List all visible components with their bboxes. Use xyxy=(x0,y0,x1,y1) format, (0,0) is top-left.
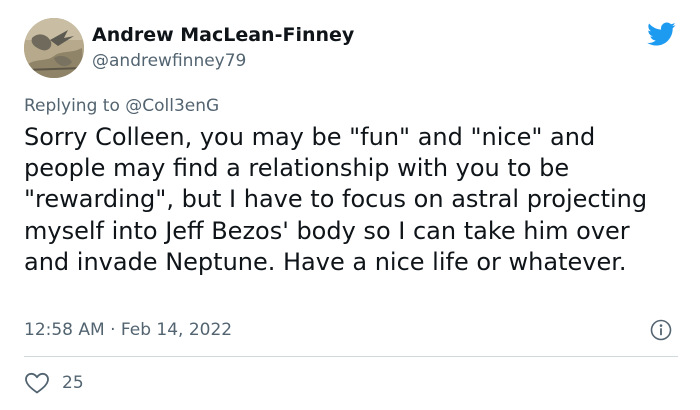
tweet-text: Sorry Colleen, you may be "fun" and "nic… xyxy=(24,123,648,276)
replying-to: Replying to @Coll3enG xyxy=(24,96,219,116)
replying-to-prefix: Replying to xyxy=(24,96,126,116)
author-handle[interactable]: @andrewfinney79 xyxy=(92,51,246,71)
heart-icon xyxy=(25,372,49,394)
tweet-card: Andrew MacLean-Finney @andrewfinney79 Re… xyxy=(0,0,700,410)
tweet-timestamp[interactable]: 12:58 AM · Feb 14, 2022 xyxy=(24,320,232,340)
author-display-name[interactable]: Andrew MacLean-Finney xyxy=(92,24,354,46)
info-icon[interactable] xyxy=(650,319,672,341)
avatar[interactable] xyxy=(24,18,84,78)
reply-mention-link[interactable]: @Coll3enG xyxy=(125,96,219,116)
like-button[interactable]: 25 xyxy=(24,369,84,397)
divider xyxy=(24,356,678,357)
like-count: 25 xyxy=(62,373,84,393)
twitter-bird-icon[interactable] xyxy=(644,19,678,49)
